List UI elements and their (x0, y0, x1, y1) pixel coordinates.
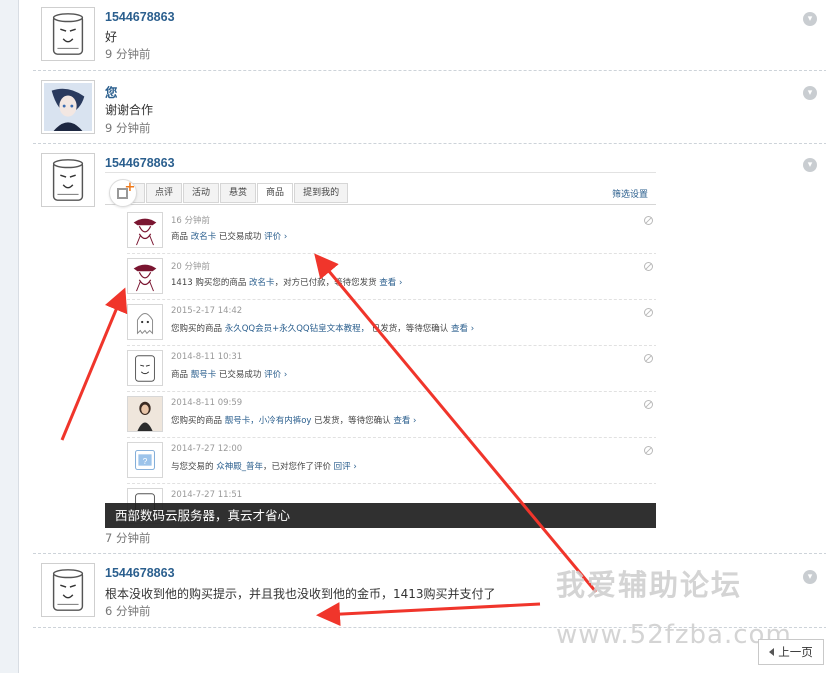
forum-watermark-title: 我爱辅助论坛 (556, 568, 743, 602)
tab-reward[interactable]: 悬赏 (220, 183, 257, 203)
comment-text: 谢谢合作 (105, 103, 154, 117)
toilet-paper-face-icon (52, 569, 84, 611)
notice-action[interactable]: 评价 › (264, 370, 287, 380)
prev-page-button[interactable]: 上一页 (758, 639, 824, 665)
notice-time: 16 分钟前 (171, 216, 211, 226)
ad-banner[interactable]: 西部数码云服务器，真云才省心 (105, 503, 656, 528)
divider (33, 70, 826, 71)
divider (33, 143, 826, 144)
chevron-down-icon[interactable]: ▾ (803, 570, 817, 584)
notice-time: 2015-2-17 14:42 (171, 306, 243, 316)
notice-text: 与您交易的 众神殿_普年，已对您作了评价 回评 › (171, 462, 357, 472)
comment-text: 好 (105, 30, 118, 44)
hat-figure-avatar-icon (127, 212, 163, 248)
notice-time: 2014-7-27 11:51 (171, 490, 243, 500)
notice-time: 2014-8-11 10:31 (171, 352, 243, 362)
ghost-avatar-icon (127, 304, 163, 340)
notice-action[interactable]: 回评 › (334, 462, 357, 472)
delete-icon[interactable] (644, 216, 653, 225)
notice-link[interactable]: 永久QQ会员+永久QQ钻皇文本教程， (225, 324, 369, 334)
delete-icon[interactable] (644, 400, 653, 409)
user-avatar[interactable] (41, 80, 95, 134)
notice-link[interactable]: 改名卡 (191, 232, 217, 242)
chevron-down-icon[interactable]: ▾ (803, 158, 817, 172)
notice-text: 商品 改名卡 已交易成功 评价 › (171, 232, 288, 242)
notice-action[interactable]: 查看 › (393, 416, 416, 426)
notice-item: 16 分钟前 商品 改名卡 已交易成功 评价 › (127, 208, 656, 254)
comment-text: 根本没收到他的购买提示，并且我也没收到他的金币，1413购买并支付了 (105, 587, 496, 601)
notice-item: 2014-8-11 10:31 商品 靓号卡 已交易成功 评价 › (127, 346, 656, 392)
add-icon[interactable]: + (109, 179, 137, 207)
notice-time: 2014-7-27 12:00 (171, 444, 243, 454)
comment-username[interactable]: 1544678863 (105, 566, 175, 580)
notice-item: 20 分钟前 1413 购买您的商品 改名卡，对方已付款，等待您发货 查看 › (127, 254, 656, 300)
attached-screenshot[interactable]: 点评 活动 悬赏 商品 提到我的 筛选设置 + 16 分钟前 商品 改名卡 已交易成功 … (105, 172, 656, 528)
anime-character-icon (44, 83, 92, 131)
notice-text: 1413 购买您的商品 改名卡，对方已付款，等待您发货 查看 › (171, 278, 403, 288)
comment-username[interactable]: 1544678863 (105, 10, 175, 24)
user-avatar[interactable] (41, 7, 95, 61)
notice-link[interactable]: 改名卡 (249, 278, 275, 288)
divider (33, 553, 826, 554)
notice-tabs: 点评 活动 悬赏 商品 提到我的 (127, 183, 349, 205)
comment-time: 7 分钟前 (105, 531, 151, 545)
notice-link[interactable]: 众神殿_普年 (216, 462, 263, 472)
notice-time: 2014-8-11 09:59 (171, 398, 243, 408)
notice-action[interactable]: 评价 › (264, 232, 287, 242)
tab-divider (105, 204, 656, 205)
notice-action[interactable]: 查看 › (451, 324, 474, 334)
comment-time: 6 分钟前 (105, 604, 151, 618)
comment-username[interactable]: 1544678863 (105, 156, 175, 170)
tab-mentions[interactable]: 提到我的 (294, 183, 349, 203)
svg-text:?: ? (143, 456, 148, 466)
notice-text: 您购买的商品 靓号卡，小冷有内裤oy 已发货，等待您确认 查看 › (171, 416, 417, 426)
photo-avatar-icon (127, 396, 163, 432)
notice-action[interactable]: 查看 › (379, 278, 402, 288)
chevron-down-icon[interactable]: ▾ (803, 12, 817, 26)
comment-time: 9 分钟前 (105, 47, 151, 61)
tab-goods[interactable]: 商品 (257, 183, 294, 203)
delete-icon[interactable] (644, 354, 653, 363)
user-avatar[interactable] (41, 563, 95, 617)
forum-watermark-url: www.52fzba.com (556, 620, 792, 650)
tab-activity[interactable]: 活动 (183, 183, 220, 203)
prev-page-label: 上一页 (778, 645, 813, 659)
user-avatar[interactable] (41, 153, 95, 207)
toilet-paper-face-icon (52, 159, 84, 201)
notice-item: ? 2014-7-27 12:00 与您交易的 众神殿_普年，已对您作了评价 回… (127, 438, 656, 484)
tab-review[interactable]: 点评 (146, 183, 183, 203)
comment-username[interactable]: 您 (105, 82, 118, 101)
system-notice-icon: ? (127, 442, 163, 478)
toilet-paper-face-icon (52, 13, 84, 55)
toilet-paper-face-icon (127, 350, 163, 386)
notice-item: 2014-8-11 09:59 您购买的商品 靓号卡，小冷有内裤oy 已发货，等… (127, 392, 656, 438)
comment-time: 9 分钟前 (105, 121, 151, 135)
notice-time: 20 分钟前 (171, 262, 211, 272)
hat-figure-avatar-icon (127, 258, 163, 294)
chevron-left-icon (769, 648, 775, 656)
notice-link[interactable]: 靓号卡，小冷有内裤oy (225, 416, 312, 426)
notice-item: 2015-2-17 14:42 您购买的商品 永久QQ会员+永久QQ钻皇文本教程… (127, 300, 656, 346)
delete-icon[interactable] (644, 262, 653, 271)
delete-icon[interactable] (644, 308, 653, 317)
delete-icon[interactable] (644, 446, 653, 455)
notice-link[interactable]: 靓号卡 (191, 370, 217, 380)
filter-settings-link[interactable]: 筛选设置 (612, 187, 648, 200)
chevron-down-icon[interactable]: ▾ (803, 86, 817, 100)
notice-text: 商品 靓号卡 已交易成功 评价 › (171, 370, 288, 380)
notice-text: 您购买的商品 永久QQ会员+永久QQ钻皇文本教程， 已发货，等待您确认 查看 › (171, 324, 475, 334)
